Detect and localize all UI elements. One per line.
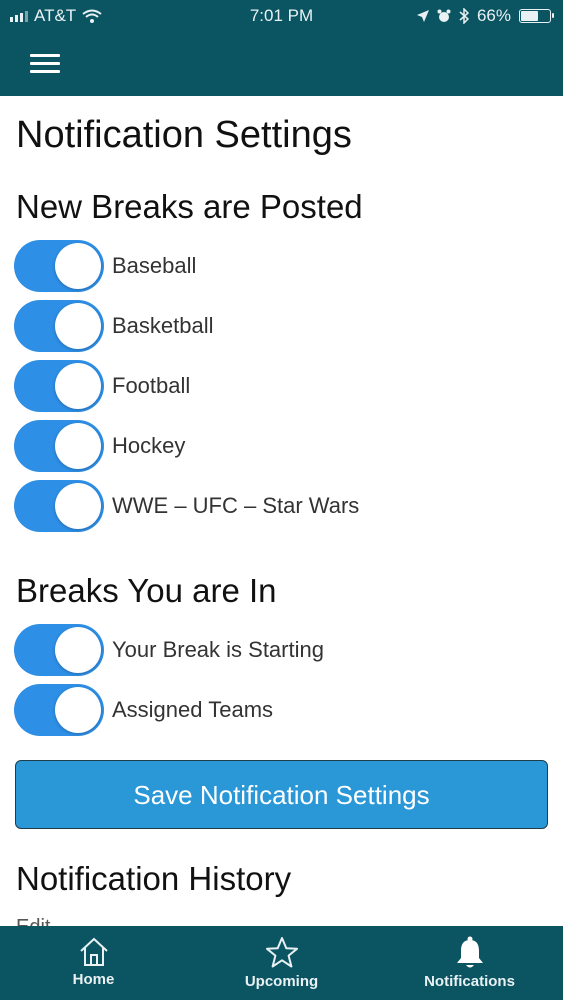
toggle-label: Basketball [112, 313, 214, 338]
battery-percent: 66% [476, 6, 511, 25]
tab-upcoming[interactable]: Upcoming [188, 926, 375, 1000]
star-icon [265, 937, 298, 968]
tab-notifications[interactable]: Notifications [376, 926, 563, 1000]
bell-icon [456, 936, 483, 968]
top-nav-bar [0, 32, 563, 96]
toggle-label: Hockey [112, 433, 186, 458]
break-starting-toggle[interactable] [14, 624, 104, 676]
history-partial-text: Edit [16, 916, 50, 926]
hockey-toggle[interactable] [14, 420, 104, 472]
toggle-row-basketball: Basketball [14, 299, 214, 353]
toggle-label: Your Break is Starting [112, 637, 324, 662]
toggle-label: Football [112, 373, 191, 398]
toggle-label: Baseball [112, 253, 197, 278]
baseball-toggle[interactable] [14, 240, 104, 292]
section-title-breaks-you-are-in: Breaks You are In [16, 572, 277, 609]
toggle-row-break-starting: Your Break is Starting [14, 623, 324, 677]
toggle-row-baseball: Baseball [14, 239, 196, 293]
battery-fill [521, 11, 539, 21]
assigned-teams-toggle[interactable] [14, 684, 104, 736]
toggle-label: WWE – UFC – Star Wars [112, 493, 360, 518]
bottom-tab-bar: Home Upcoming Notifications [0, 926, 563, 1000]
section-title-notification-history: Notification History [16, 860, 292, 897]
status-right: 66% [416, 6, 554, 26]
toggle-row-football: Football [14, 359, 190, 413]
section-title-new-breaks: New Breaks are Posted [16, 188, 363, 225]
main-content: Notification Settings New Breaks are Pos… [0, 96, 563, 926]
location-icon [416, 10, 429, 22]
page-title: Notification Settings [16, 114, 352, 156]
alarm-icon [437, 9, 451, 22]
toggle-row-assigned-teams: Assigned Teams [14, 683, 273, 737]
tab-label: Home [72, 971, 115, 988]
battery-icon [519, 9, 554, 23]
football-toggle[interactable] [14, 360, 104, 412]
status-bar: AT&T 7:01 PM 66% [0, 0, 563, 32]
home-icon [79, 937, 108, 966]
hamburger-menu-icon[interactable] [30, 54, 60, 76]
tab-home[interactable]: Home [0, 926, 187, 1000]
toggle-row-wwe-ufc-star-wars: WWE – UFC – Star Wars [14, 479, 359, 533]
toggle-label: Assigned Teams [112, 697, 274, 722]
basketball-toggle[interactable] [14, 300, 104, 352]
tab-label: Upcoming [244, 973, 319, 990]
bluetooth-icon [459, 8, 469, 24]
tab-label: Notifications [424, 973, 515, 990]
wwe-ufc-star-wars-toggle[interactable] [14, 480, 104, 532]
save-notification-settings-button[interactable]: Save Notification Settings [15, 760, 548, 829]
toggle-row-hockey: Hockey [14, 419, 185, 473]
